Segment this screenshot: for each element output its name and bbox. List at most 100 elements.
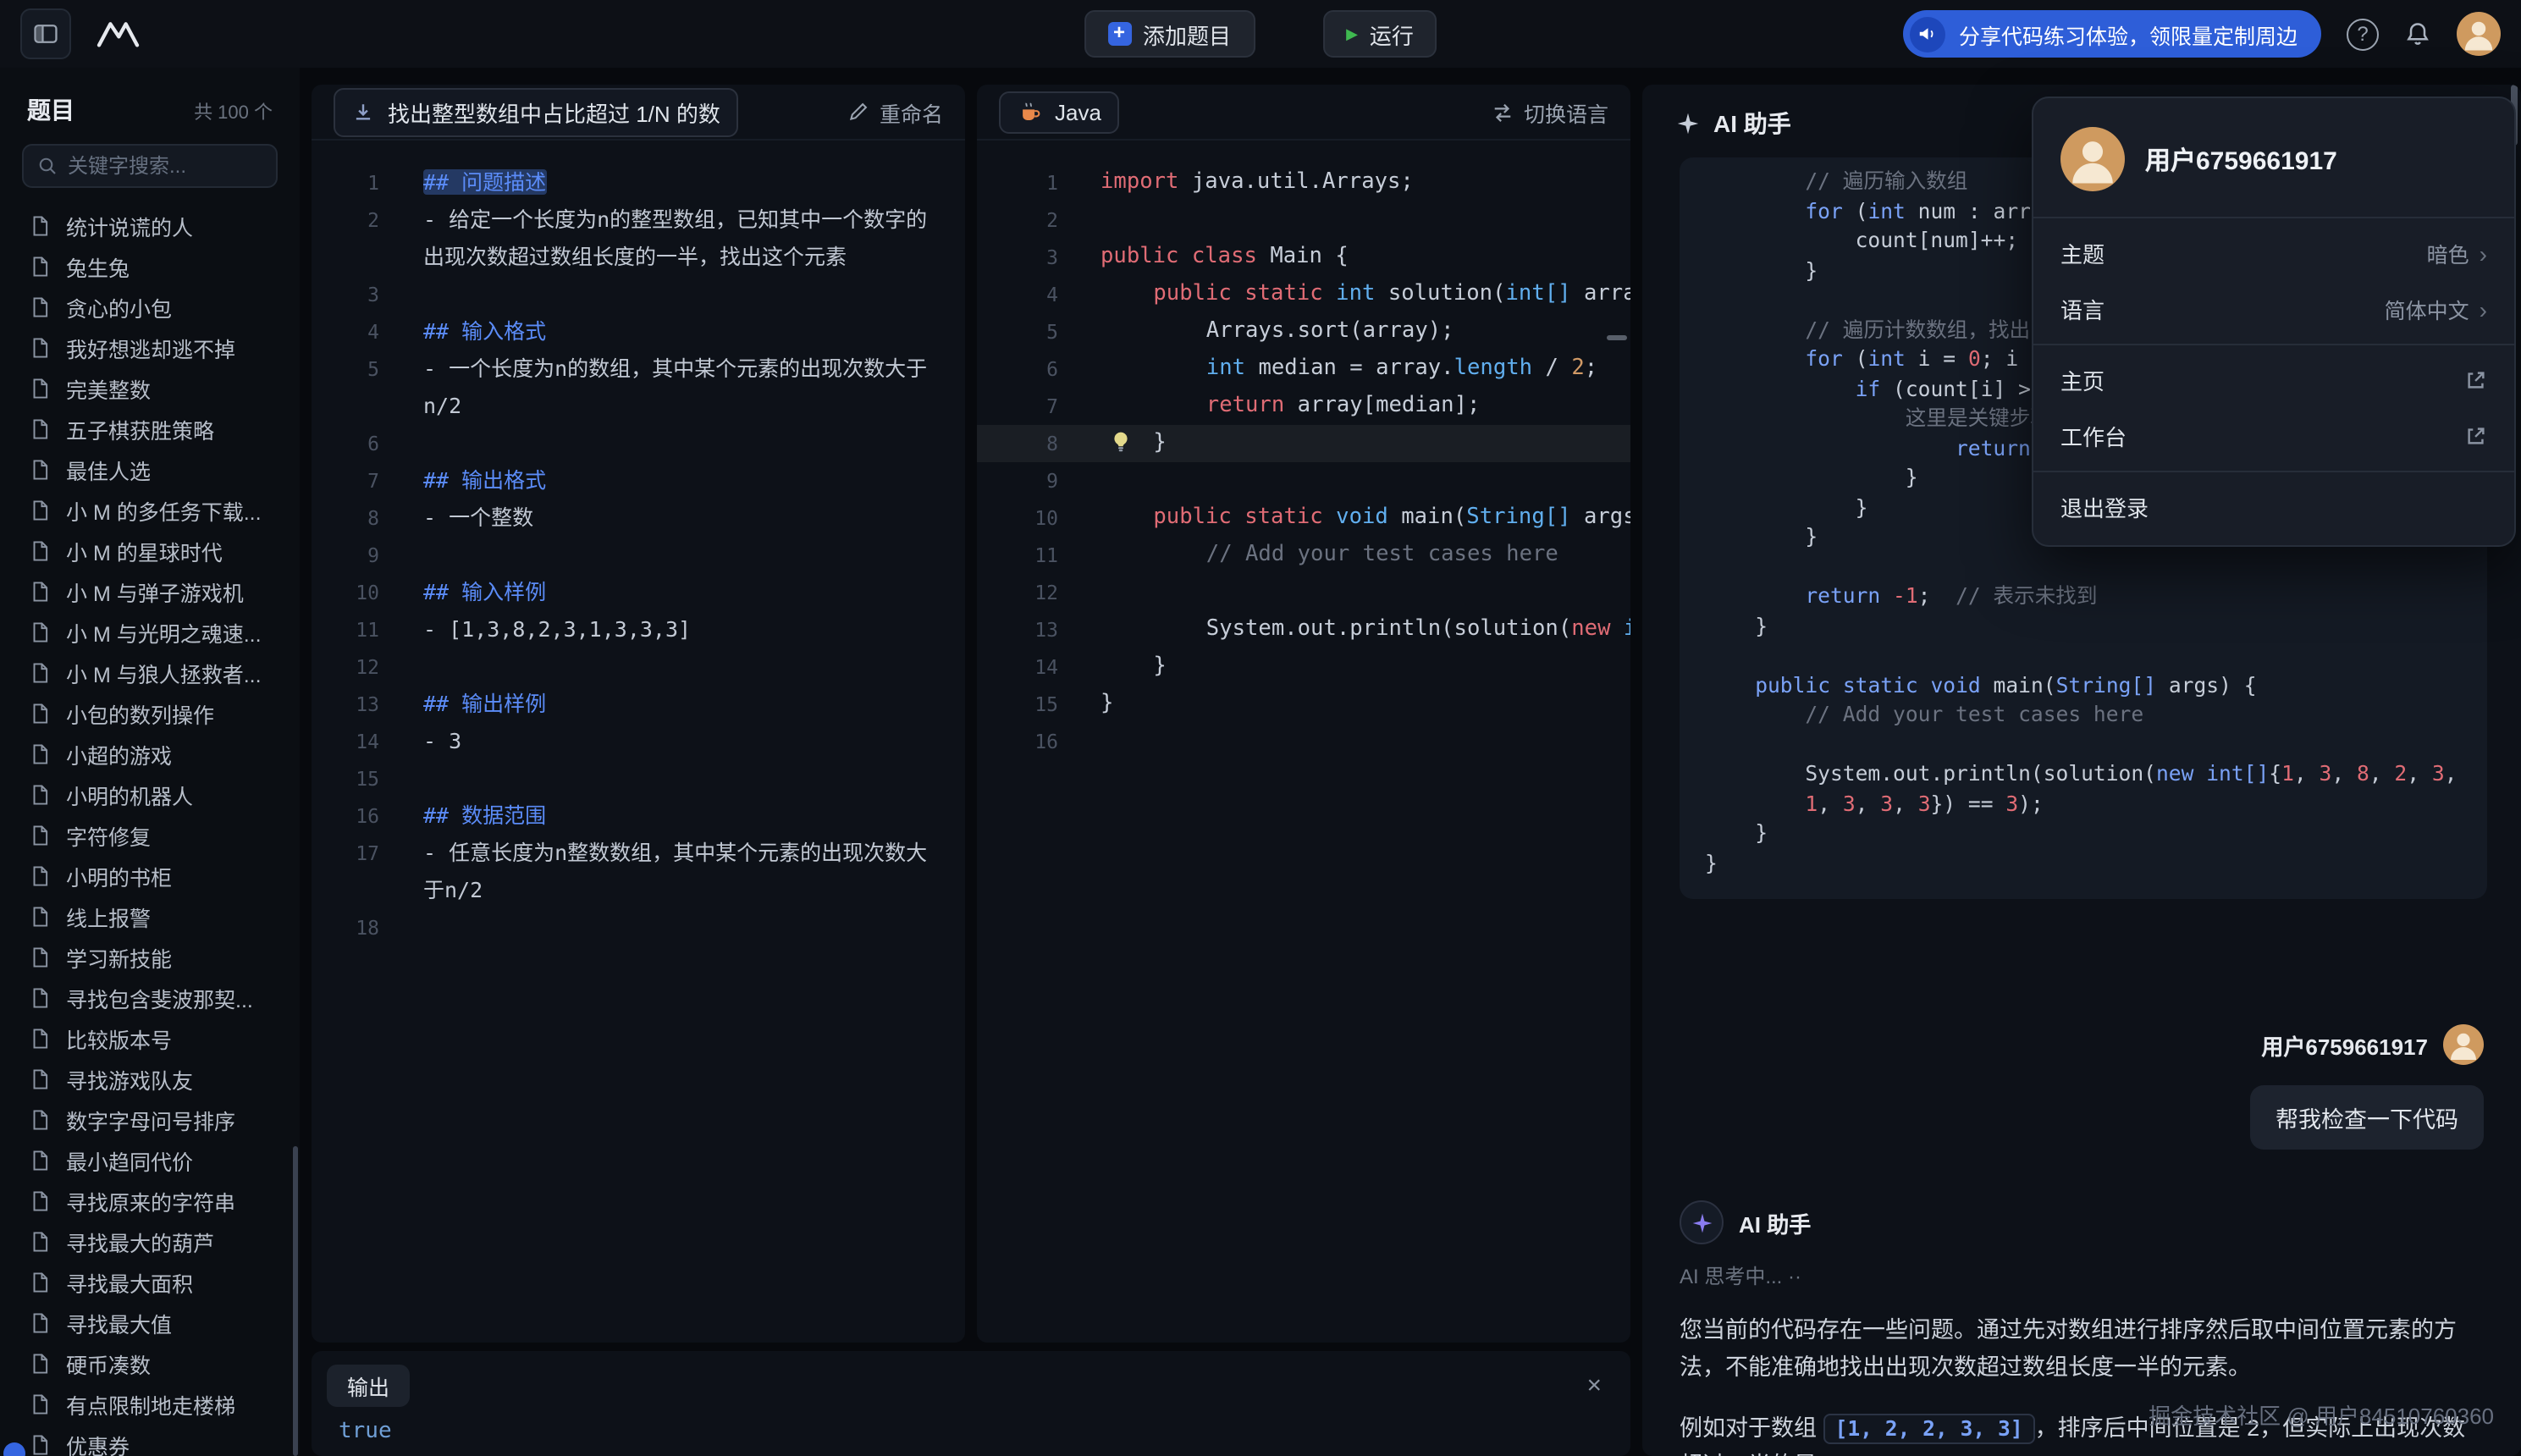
markdown-line[interactable]: 5- 一个长度为n的数组，其中某个元素的出现次数大于n/2 bbox=[312, 350, 965, 425]
line-number: 15 bbox=[977, 686, 1058, 723]
sidebar-problem-item[interactable]: 小 M 与弹子游戏机 bbox=[0, 571, 300, 611]
sidebar-problem-item[interactable]: 字符修复 bbox=[0, 814, 300, 855]
code-line[interactable]: 2 bbox=[977, 201, 1630, 239]
run-button[interactable]: ▶ 运行 bbox=[1322, 10, 1437, 58]
sidebar-toggle-button[interactable] bbox=[20, 8, 71, 59]
code-line[interactable]: 14} bbox=[977, 648, 1630, 686]
line-number: 3 bbox=[977, 239, 1058, 276]
sidebar-problem-item[interactable]: 小 M 的多任务下载... bbox=[0, 489, 300, 530]
sidebar-problem-item[interactable]: 小包的数列操作 bbox=[0, 692, 300, 733]
line-number: 4 bbox=[977, 276, 1058, 313]
problem-item-label: 贪心的小包 bbox=[66, 290, 172, 323]
user-avatar[interactable] bbox=[2457, 12, 2501, 56]
sidebar-scrollbar[interactable] bbox=[293, 1146, 298, 1456]
code-text bbox=[1101, 574, 1630, 611]
menu-item-workspace[interactable]: 工作台 bbox=[2033, 408, 2514, 464]
code-line[interactable]: 13System.out.println(solution(new i bbox=[977, 611, 1630, 648]
markdown-line[interactable]: 18 bbox=[312, 909, 965, 946]
code-line[interactable]: 7return array[median]; bbox=[977, 388, 1630, 425]
language-box[interactable]: Java bbox=[999, 91, 1120, 133]
sidebar-problem-item[interactable]: 有点限制地走楼梯 bbox=[0, 1383, 300, 1424]
markdown-line[interactable]: 7## 输出格式 bbox=[312, 462, 965, 499]
markdown-line[interactable]: 8- 一个整数 bbox=[312, 499, 965, 537]
markdown-line[interactable]: 2- 给定一个长度为n的整型数组，已知其中一个数字的出现次数超过数组长度的一半，… bbox=[312, 201, 965, 276]
sidebar-problem-item[interactable]: 统计说谎的人 bbox=[0, 205, 300, 245]
sidebar-problem-item[interactable]: 小明的书柜 bbox=[0, 855, 300, 896]
sidebar-problem-item[interactable]: 学习新技能 bbox=[0, 936, 300, 977]
code-line[interactable]: 5Arrays.sort(array); bbox=[977, 313, 1630, 350]
code-line[interactable]: 12 bbox=[977, 574, 1630, 611]
markdown-line[interactable]: 4## 输入格式 bbox=[312, 313, 965, 350]
markdown-line[interactable]: 9 bbox=[312, 537, 965, 574]
lightbulb-quickfix-icon[interactable] bbox=[1109, 430, 1133, 454]
code-line[interactable]: 6int median = array.length / 2; bbox=[977, 350, 1630, 388]
code-line[interactable]: 10public static void main(String[] args bbox=[977, 499, 1630, 537]
sidebar-problem-item[interactable]: 最小趋同代价 bbox=[0, 1139, 300, 1180]
output-tab[interactable]: 输出 bbox=[327, 1365, 410, 1407]
external-link-icon bbox=[2465, 369, 2487, 391]
notifications-bell-icon[interactable] bbox=[2404, 20, 2431, 47]
markdown-line[interactable]: 17- 任意长度为n整数数组，其中某个元素的出现次数大于n/2 bbox=[312, 835, 965, 909]
line-number: 5 bbox=[312, 350, 379, 388]
markdown-line[interactable]: 15 bbox=[312, 760, 965, 797]
app-logo[interactable] bbox=[95, 17, 146, 51]
sidebar-problem-item[interactable]: 线上报警 bbox=[0, 896, 300, 936]
menu-item-theme[interactable]: 主题 暗色› bbox=[2033, 225, 2514, 281]
problem-title-box[interactable]: 找出整型数组中占比超过 1/N 的数 bbox=[334, 87, 739, 136]
markdown-line[interactable]: 3 bbox=[312, 276, 965, 313]
code-line[interactable]: 11// Add your test cases here bbox=[977, 537, 1630, 574]
sidebar-problem-item[interactable]: 最佳人选 bbox=[0, 449, 300, 489]
code-line[interactable]: 16 bbox=[977, 723, 1630, 760]
markdown-line[interactable]: 16## 数据范围 bbox=[312, 797, 965, 835]
sidebar-problem-item[interactable]: 五子棋获胜策略 bbox=[0, 408, 300, 449]
markdown-line[interactable]: 12 bbox=[312, 648, 965, 686]
close-output-icon[interactable]: × bbox=[1586, 1373, 1602, 1398]
markdown-line[interactable]: 1## 问题描述 bbox=[312, 164, 965, 201]
search-input[interactable] bbox=[68, 154, 262, 178]
search-box[interactable] bbox=[22, 144, 278, 188]
sidebar-problem-item[interactable]: 小 M 的星球时代 bbox=[0, 530, 300, 571]
sidebar-problem-item[interactable]: 优惠券 bbox=[0, 1424, 300, 1456]
sidebar-problem-item[interactable]: 数字字母问号排序 bbox=[0, 1099, 300, 1139]
sidebar-problem-item[interactable]: 硬币凑数 bbox=[0, 1343, 300, 1383]
sidebar-problem-item[interactable]: 比较版本号 bbox=[0, 1018, 300, 1058]
menu-item-language[interactable]: 语言 简体中文› bbox=[2033, 281, 2514, 337]
document-icon bbox=[29, 1230, 51, 1252]
help-icon[interactable]: ? bbox=[2347, 18, 2379, 50]
markdown-line[interactable]: 10## 输入样例 bbox=[312, 574, 965, 611]
line-number: 9 bbox=[977, 462, 1058, 499]
chat-user-avatar[interactable] bbox=[2443, 1024, 2484, 1065]
sidebar-problem-item[interactable]: 小 M 与狼人拯救者... bbox=[0, 652, 300, 692]
code-line[interactable]: 15} bbox=[977, 686, 1630, 723]
sidebar-problem-item[interactable]: 小 M 与光明之魂速... bbox=[0, 611, 300, 652]
add-problem-button[interactable]: + 添加题目 bbox=[1084, 10, 1255, 58]
sidebar-problem-item[interactable]: 小明的机器人 bbox=[0, 774, 300, 814]
sidebar-problem-item[interactable]: 完美整数 bbox=[0, 367, 300, 408]
sidebar-problem-item[interactable]: 寻找最大面积 bbox=[0, 1261, 300, 1302]
menu-item-home[interactable]: 主页 bbox=[2033, 352, 2514, 408]
markdown-line[interactable]: 6 bbox=[312, 425, 965, 462]
code-line[interactable]: 1import java.util.Arrays; bbox=[977, 164, 1630, 201]
rename-button[interactable]: 重命名 bbox=[849, 96, 943, 128]
markdown-line[interactable]: 13## 输出样例 bbox=[312, 686, 965, 723]
menu-item-logout[interactable]: 退出登录 bbox=[2033, 479, 2514, 535]
sidebar-problem-item[interactable]: 贪心的小包 bbox=[0, 286, 300, 327]
sidebar-problem-item[interactable]: 寻找原来的字符串 bbox=[0, 1180, 300, 1221]
markdown-line[interactable]: 11- [1,3,8,2,3,1,3,3,3] bbox=[312, 611, 965, 648]
sidebar-problem-item[interactable]: 寻找游戏队友 bbox=[0, 1058, 300, 1099]
markdown-text bbox=[423, 537, 938, 574]
code-line[interactable]: 4public static int solution(int[] arra bbox=[977, 276, 1630, 313]
code-line[interactable]: 8} bbox=[977, 425, 1630, 462]
sidebar-problem-item[interactable]: 我好想逃却逃不掉 bbox=[0, 327, 300, 367]
sidebar-problem-item[interactable]: 寻找最大值 bbox=[0, 1302, 300, 1343]
markdown-line[interactable]: 14- 3 bbox=[312, 723, 965, 760]
switch-language-button[interactable]: 切换语言 bbox=[1492, 96, 1608, 128]
code-line[interactable]: 3public class Main { bbox=[977, 239, 1630, 276]
markdown-text: ## 输出格式 bbox=[423, 462, 938, 499]
sidebar-problem-item[interactable]: 小超的游戏 bbox=[0, 733, 300, 774]
sidebar-problem-item[interactable]: 寻找包含斐波那契... bbox=[0, 977, 300, 1018]
promo-banner[interactable]: 分享代码练习体验，领限量定制周边 bbox=[1903, 10, 2321, 58]
code-line[interactable]: 9 bbox=[977, 462, 1630, 499]
sidebar-problem-item[interactable]: 兔生兔 bbox=[0, 245, 300, 286]
sidebar-problem-item[interactable]: 寻找最大的葫芦 bbox=[0, 1221, 300, 1261]
